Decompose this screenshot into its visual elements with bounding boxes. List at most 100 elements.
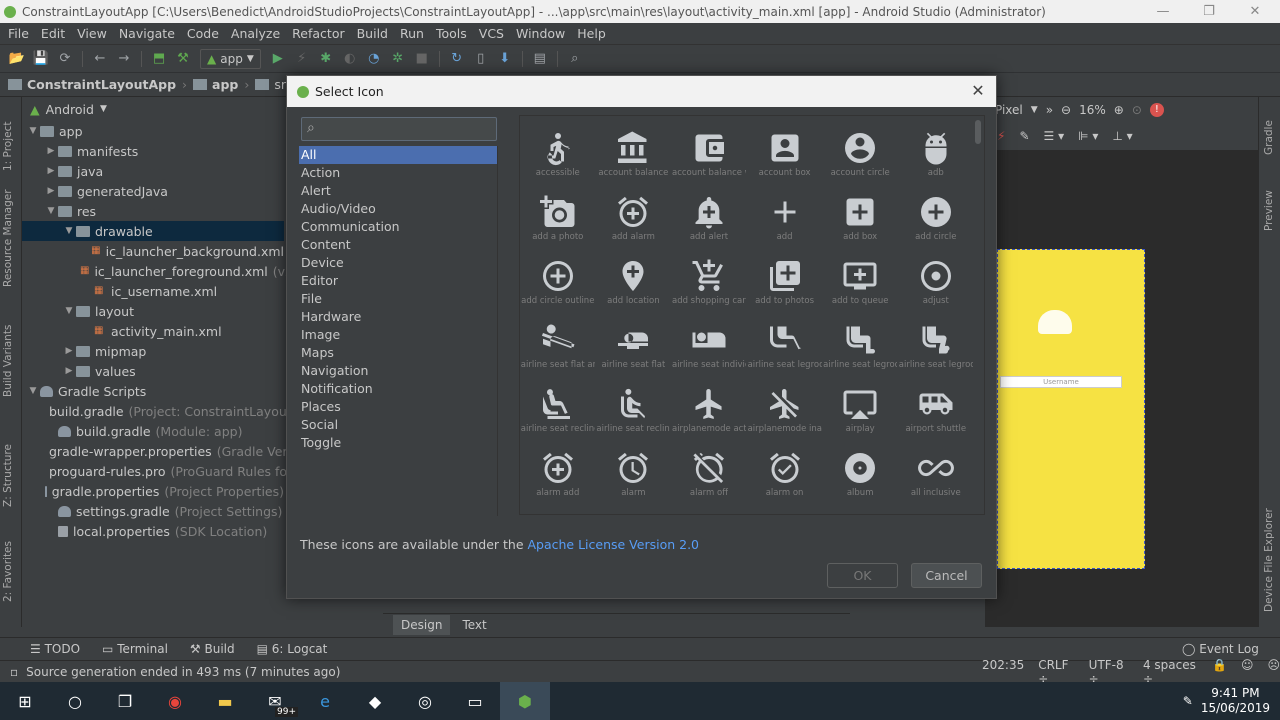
icon-cell[interactable]: airline seat flat (596, 314, 672, 378)
tool-tab-resource-manager[interactable]: Resource Manager (2, 189, 14, 287)
icon-cell[interactable]: airline seat legroo (898, 314, 974, 378)
chevron-down-icon[interactable]: ▼ (44, 206, 58, 216)
icon-cell[interactable]: add circle outline (520, 250, 596, 314)
tool-todo[interactable]: ☰ TODO (30, 642, 80, 656)
chevron-right-icon[interactable]: ▶ (44, 146, 58, 156)
menu-item-edit[interactable]: Edit (35, 26, 71, 41)
category-item[interactable]: Audio/Video (299, 200, 497, 218)
icon-grid-scrollbar[interactable] (975, 120, 981, 144)
sync-icon[interactable]: ⟳ (54, 48, 76, 70)
sdk-manager-icon[interactable]: ⬇ (494, 48, 516, 70)
chevron-right-icon[interactable]: ▶ (44, 166, 58, 176)
tab-design[interactable]: Design (393, 614, 451, 635)
search-everywhere-icon[interactable]: ⌕ (564, 48, 586, 70)
project-view-selector[interactable]: ▲ Android ▼ (22, 97, 284, 121)
menu-item-window[interactable]: Window (510, 26, 571, 41)
menu-item-file[interactable]: File (2, 26, 35, 41)
category-item[interactable]: File (299, 290, 497, 308)
category-item[interactable]: Device (299, 254, 497, 272)
icon-cell[interactable]: airline seat individ (671, 314, 747, 378)
task-view-icon[interactable]: ❐ (100, 682, 150, 720)
chevron-right-icon[interactable]: ▶ (62, 346, 76, 356)
category-item[interactable]: Alert (299, 182, 497, 200)
tab-text[interactable]: Text (454, 615, 494, 635)
close-icon[interactable]: ✕ (968, 81, 988, 101)
chevron-down-icon[interactable]: ▼ (26, 126, 40, 136)
icon-cell[interactable]: account box (747, 122, 823, 186)
icon-search-input[interactable] (324, 120, 492, 138)
tree-item[interactable]: ▶ generatedJava (22, 181, 284, 201)
wand-icon[interactable]: ✎ (1019, 129, 1029, 143)
icon-cell[interactable]: adjust (898, 250, 974, 314)
run-icon[interactable]: ▶ (267, 48, 289, 70)
icon-cell[interactable]: account circle (822, 122, 898, 186)
app-window-icon[interactable]: ▭ (450, 682, 500, 720)
icon-cell[interactable]: album (822, 442, 898, 506)
chevron-down-icon[interactable]: ▼ (62, 226, 76, 236)
icon-cell[interactable]: airplay (822, 378, 898, 442)
icon-cell[interactable]: alarm on (747, 442, 823, 506)
tool-tab-structure[interactable]: Z: Structure (2, 444, 14, 507)
icon-cell[interactable]: airline seat flat an (520, 314, 596, 378)
restore-button[interactable]: ❐ (1186, 0, 1232, 23)
menu-item-analyze[interactable]: Analyze (225, 26, 286, 41)
tool-tab-favorites[interactable]: 2: Favorites (2, 541, 14, 602)
minimize-button[interactable]: — (1140, 0, 1186, 23)
category-item[interactable]: All (299, 146, 497, 164)
category-item[interactable]: Navigation (299, 362, 497, 380)
tree-item[interactable]: ▶ mipmap (22, 341, 284, 361)
chrome-icon[interactable]: ◉ (150, 682, 200, 720)
hammer-icon[interactable]: ⚒ (172, 48, 194, 70)
tool-tab-project[interactable]: 1: Project (2, 122, 14, 171)
tool-build[interactable]: ⚒ Build (190, 642, 235, 656)
tree-item[interactable]: gradle-wrapper.properties (Gradle Vers (22, 441, 294, 461)
avd-manager-icon[interactable]: ▯ (470, 48, 492, 70)
magnet-icon[interactable]: ⚡ (997, 129, 1005, 143)
tree-item[interactable]: build.gradle (Project: ConstraintLayout (22, 401, 292, 421)
debug-icon[interactable]: ✱ (315, 48, 337, 70)
tool-tab-preview[interactable]: Preview (1263, 190, 1275, 231)
tree-item[interactable]: ▦ic_launcher_foreground.xml(v24 (22, 261, 301, 281)
tree-item[interactable]: proguard-rules.pro (ProGuard Rules fo (22, 461, 287, 481)
obs-icon[interactable]: ◎ (400, 682, 450, 720)
align-icon[interactable]: ⊫ ▾ (1078, 129, 1098, 143)
chevron-down-icon[interactable]: ▼ (26, 386, 40, 396)
mail-icon[interactable]: ✉ 99+ (250, 682, 300, 720)
icon-search-field[interactable]: ⌕ (301, 117, 497, 141)
menu-item-build[interactable]: Build (351, 26, 394, 41)
tree-item[interactable]: ▦ ic_launcher_background.xml (22, 241, 284, 261)
icon-cell[interactable]: accessible (520, 122, 596, 186)
icon-cell[interactable]: alarm off (671, 442, 747, 506)
tree-item[interactable]: ▼ Gradle Scripts (22, 381, 284, 401)
icon-cell[interactable]: add location (596, 250, 672, 314)
icon-cell[interactable]: airline seat recline (520, 378, 596, 442)
tree-item[interactable]: ▶ java (22, 161, 284, 181)
icon-cell[interactable]: airline seat recline (596, 378, 672, 442)
tree-item[interactable]: ▼ drawable (22, 221, 284, 241)
category-item[interactable]: Toggle (299, 434, 497, 452)
tool-tab-build-variants[interactable]: Build Variants (2, 325, 14, 397)
save-icon[interactable]: 💾 (30, 48, 52, 70)
category-item[interactable]: Places (299, 398, 497, 416)
expand-icon[interactable]: » (1046, 103, 1053, 117)
attach-debugger-icon[interactable]: ✲ (387, 48, 409, 70)
icon-cell[interactable]: add shopping cart (671, 250, 747, 314)
category-item[interactable]: Maps (299, 344, 497, 362)
license-link[interactable]: Apache License Version 2.0 (527, 537, 699, 552)
forward-icon[interactable]: → (113, 48, 135, 70)
icon-cell[interactable]: add alert (671, 186, 747, 250)
icon-cell[interactable]: airport shuttle (898, 378, 974, 442)
tree-item[interactable]: local.properties (SDK Location) (22, 521, 284, 541)
tree-item[interactable]: ▦ ic_username.xml (22, 281, 284, 301)
icon-cell[interactable]: add to queue (822, 250, 898, 314)
run-config-select[interactable]: ▲ app ▼ (200, 48, 261, 69)
icon-cell[interactable]: add box (822, 186, 898, 250)
icon-cell[interactable]: airplanemode acti (671, 378, 747, 442)
menu-item-view[interactable]: View (71, 26, 113, 41)
menu-item-refactor[interactable]: Refactor (286, 26, 350, 41)
tool-logcat[interactable]: ▤ 6: Logcat (257, 642, 328, 656)
gradle-sync-icon[interactable]: ↻ (446, 48, 468, 70)
category-item[interactable]: Action (299, 164, 497, 182)
tree-item[interactable]: ▼ layout (22, 301, 284, 321)
dropbox-icon[interactable]: ◆ (350, 682, 400, 720)
